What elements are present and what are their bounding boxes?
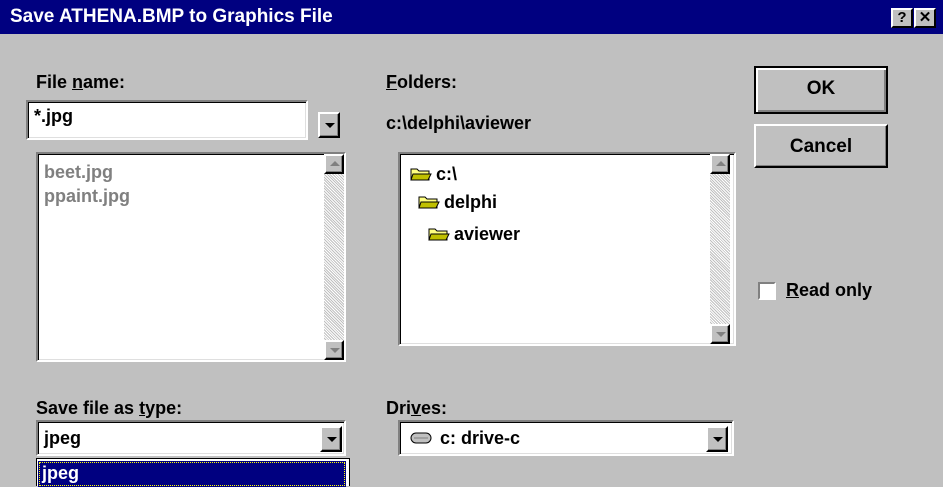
chevron-down-icon: [327, 437, 337, 442]
help-button[interactable]: ?: [891, 8, 913, 28]
file-list-scrollbar[interactable]: [324, 154, 344, 360]
file-type-dropdown-list[interactable]: jpeg: [36, 458, 350, 487]
arrow-down-icon: [330, 348, 340, 353]
help-icon: ?: [897, 9, 907, 26]
scroll-down-button[interactable]: [710, 324, 730, 344]
file-name-label: File name:: [36, 72, 126, 92]
folder-open-icon: [410, 168, 432, 181]
folders-label: Folders:: [386, 72, 458, 92]
ok-button[interactable]: OK: [754, 66, 888, 114]
list-item[interactable]: ppaint.jpg: [44, 186, 130, 207]
arrow-up-icon: [716, 161, 726, 166]
scroll-up-button[interactable]: [710, 154, 730, 174]
file-name-value: *.jpg: [34, 106, 73, 126]
file-type-dropdown-button[interactable]: [320, 426, 342, 452]
dropdown-option-selected[interactable]: jpeg: [38, 461, 346, 487]
chevron-down-icon: [713, 437, 723, 442]
tree-item-label: delphi: [444, 192, 497, 212]
drives-dropdown-button[interactable]: [706, 426, 728, 452]
file-type-value: jpeg: [44, 428, 82, 448]
tree-item-label: c:\: [436, 164, 458, 184]
list-item[interactable]: beet.jpg: [44, 162, 113, 183]
close-button[interactable]: ✕: [914, 8, 936, 28]
current-folder-path: c:\delphi\aviewer: [386, 113, 532, 133]
checkbox-box[interactable]: [758, 282, 776, 300]
hard-drive-icon: [410, 432, 432, 444]
scroll-up-button[interactable]: [324, 154, 344, 174]
read-only-label: Read only: [786, 280, 873, 300]
folder-open-icon: [418, 196, 440, 209]
folder-tree[interactable]: c:\ delphi aviewer: [398, 152, 736, 346]
folder-open-icon: [428, 228, 450, 241]
drives-label: Drives:: [386, 398, 448, 418]
tree-item-label: aviewer: [454, 224, 521, 244]
window-title: Save ATHENA.BMP to Graphics File: [10, 6, 333, 27]
chevron-down-icon: [325, 123, 335, 128]
drives-value: c: drive-c: [440, 428, 521, 448]
arrow-up-icon: [330, 161, 340, 166]
folder-tree-scrollbar[interactable]: [710, 154, 730, 344]
scroll-down-button[interactable]: [324, 340, 344, 360]
file-list[interactable]: beet.jpg ppaint.jpg: [36, 152, 346, 362]
arrow-down-icon: [716, 332, 726, 337]
title-bar[interactable]: Save ATHENA.BMP to Graphics File ? ✕: [0, 0, 943, 34]
file-type-select[interactable]: jpeg: [36, 420, 346, 456]
file-name-dropdown-button[interactable]: [318, 112, 340, 138]
drives-select[interactable]: c: drive-c: [398, 420, 734, 456]
cancel-button[interactable]: Cancel: [754, 124, 888, 168]
close-icon: ✕: [918, 9, 932, 26]
file-type-label: Save file as type:: [36, 398, 183, 418]
file-name-input[interactable]: *.jpg: [26, 100, 308, 140]
